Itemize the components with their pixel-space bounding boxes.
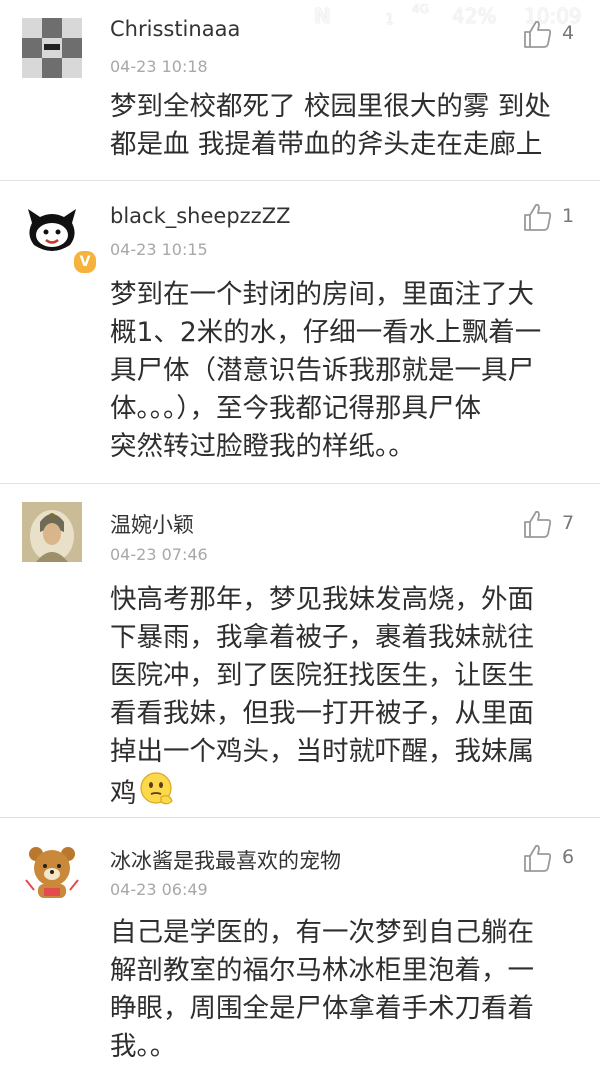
comment-line: 梦到全校都死了 校园里很大的雾 到处 <box>110 91 551 122</box>
thumbs-up-icon <box>524 510 552 538</box>
like-count: 6 <box>562 846 575 868</box>
timestamp: 04-23 06:49 <box>110 880 208 899</box>
wifi-icon <box>348 6 372 33</box>
comment-line-text: 鸡 <box>110 778 137 809</box>
comment-feed-screen: N 1 4G 42% 10:09 Chrisstinaaa 04-23 10:1… <box>0 0 600 1067</box>
comment-line: 梦到在一个封闭的房间，里面注了大 <box>110 279 534 310</box>
comment-line: 突然转过脸瞪我的样纸。。 <box>110 431 415 462</box>
like-count: 7 <box>562 512 575 534</box>
comment-line: 看看我妹，但我一打开被子，从里面 <box>110 698 534 729</box>
sim-icon: 1 <box>380 8 400 30</box>
comment-line: 我。。 <box>110 1031 177 1062</box>
comment-line: 快高考那年，梦见我妹发高烧，外面 <box>110 584 534 615</box>
comment-line: 下暴雨，我拿着被子，裹着我妹就往 <box>110 622 534 653</box>
timestamp: 04-23 07:46 <box>110 545 208 564</box>
comment-line: 掉出一个鸡头，当时就吓醒，我妹属 <box>110 736 534 767</box>
comment-item: 冰冰酱是我最喜欢的宠物 04-23 06:49 6 自己是学医的，有一次梦到自己… <box>0 818 600 1067</box>
comment-line: 睁眼，周围全是尸体拿着手术刀看着 <box>110 993 534 1024</box>
avatar[interactable] <box>22 502 82 562</box>
battery-icon <box>498 6 512 35</box>
timestamp: 04-23 10:18 <box>110 57 208 76</box>
comment-line: 体。。。），至今我都记得那具尸体 <box>110 393 481 424</box>
comment-line: 自己是学医的，有一次梦到自己躺在 <box>110 917 534 948</box>
comment-text: 梦到在一个封闭的房间，里面注了大 概1、2米的水，仔细一看水上飘着一 具尸体（潜… <box>110 276 580 466</box>
status-bar: N 1 4G 42% 10:09 <box>0 0 600 36</box>
verified-badge: V <box>72 249 98 275</box>
comment-item: 温婉小颖 04-23 07:46 7 快高考那年，梦见我妹发高烧，外面 下暴雨，… <box>0 484 600 818</box>
timestamp: 04-23 10:15 <box>110 240 208 259</box>
avatar[interactable] <box>22 840 82 900</box>
comment-line: 概1、2米的水，仔细一看水上飘着一 <box>110 317 542 348</box>
comment-line: 医院冲，到了医院狂找医生，让医生 <box>110 660 534 691</box>
like-button[interactable]: 6 <box>522 842 582 876</box>
comment-text: 自己是学医的，有一次梦到自己躺在 解剖教室的福尔马林冰柜里泡着，一 睁眼，周围全… <box>110 914 580 1066</box>
comment-line: 都是血 我提着带血的斧头走在走廊上 <box>110 129 543 160</box>
like-button[interactable]: 1 <box>522 201 582 235</box>
thumbs-up-icon <box>524 203 552 231</box>
username[interactable]: 温婉小颖 <box>110 509 194 539</box>
comment-line: 具尸体（潜意识告诉我那就是一具尸 <box>110 355 534 386</box>
like-count: 1 <box>562 205 575 227</box>
cartoon-sheep-avatar-icon <box>22 201 82 261</box>
network-n-icon: N <box>314 4 331 28</box>
like-button[interactable]: 7 <box>522 508 582 542</box>
thinking-face-emoji-icon <box>139 771 175 818</box>
avatar[interactable]: V <box>22 201 98 275</box>
username[interactable]: black_sheepzzZZ <box>110 204 290 228</box>
comment-line: 解剖教室的福尔马林冰柜里泡着，一 <box>110 955 534 986</box>
comment-text: 梦到全校都死了 校园里很大的雾 到处 都是血 我提着带血的斧头走在走廊上 <box>110 88 580 164</box>
signal-strength-icon <box>430 6 448 33</box>
clock: 10:09 <box>524 4 582 28</box>
thumbs-up-icon <box>524 844 552 872</box>
username[interactable]: 冰冰酱是我最喜欢的宠物 <box>110 845 341 875</box>
battery-percent: 42% <box>452 4 497 28</box>
guanyin-painting-avatar-icon <box>22 502 82 562</box>
comment-line: 鸡 <box>110 771 580 818</box>
rilakkuma-bear-avatar-icon <box>22 840 82 900</box>
signal-4g-label: 4G <box>412 2 429 16</box>
comment-item: V black_sheepzzZZ 04-23 10:15 1 梦到在一个封闭的… <box>0 181 600 484</box>
comment-text: 快高考那年，梦见我妹发高烧，外面 下暴雨，我拿着被子，裹着我妹就往 医院冲，到了… <box>110 581 580 818</box>
